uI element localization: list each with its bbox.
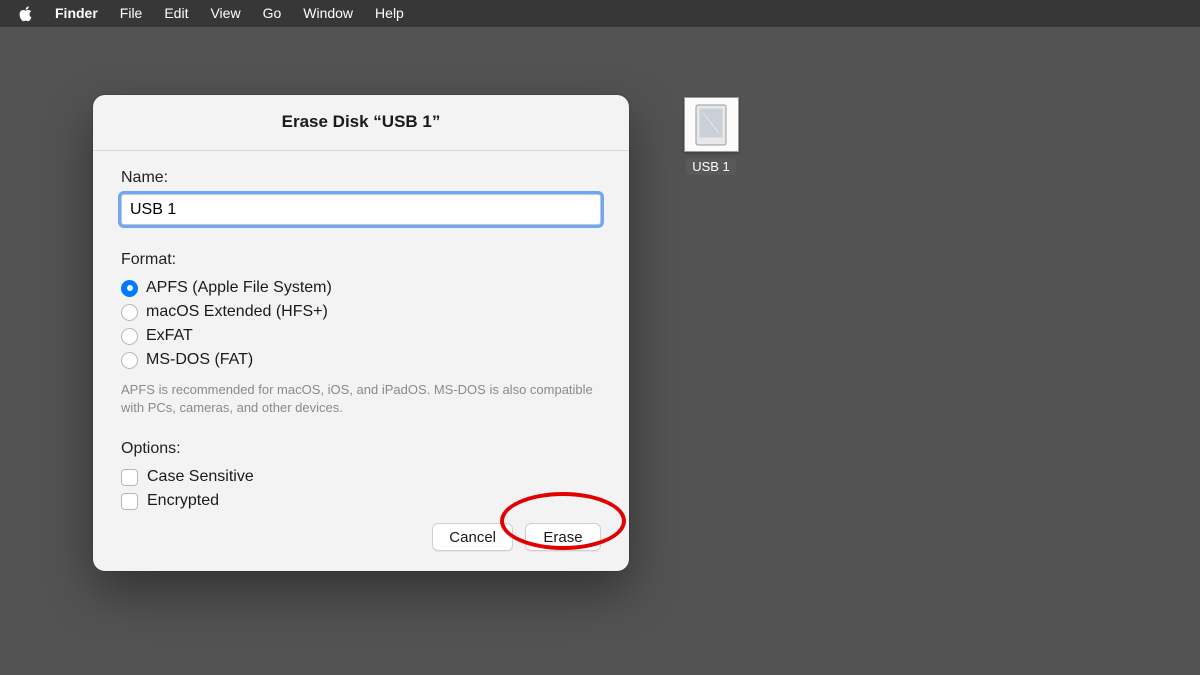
format-label: Format: bbox=[121, 251, 601, 269]
cancel-button[interactable]: Cancel bbox=[432, 523, 513, 551]
apple-menu-icon[interactable] bbox=[14, 6, 44, 22]
menu-file[interactable]: File bbox=[109, 0, 154, 27]
format-hint: APFS is recommended for macOS, iOS, and … bbox=[121, 381, 601, 416]
checkbox-icon bbox=[121, 469, 138, 486]
dialog-title: Erase Disk “USB 1” bbox=[93, 95, 629, 151]
option-label: Encrypted bbox=[147, 492, 219, 510]
format-option-label: ExFAT bbox=[146, 327, 193, 345]
format-option-label: APFS (Apple File System) bbox=[146, 279, 332, 297]
external-drive-icon bbox=[684, 97, 739, 152]
format-option-label: macOS Extended (HFS+) bbox=[146, 303, 328, 321]
name-label: Name: bbox=[121, 169, 601, 187]
menu-app[interactable]: Finder bbox=[44, 0, 109, 27]
option-label: Case Sensitive bbox=[147, 468, 254, 486]
name-input[interactable] bbox=[121, 194, 601, 225]
menu-window[interactable]: Window bbox=[292, 0, 364, 27]
erase-button[interactable]: Erase bbox=[525, 523, 601, 551]
radio-icon bbox=[121, 280, 138, 297]
menu-view[interactable]: View bbox=[199, 0, 251, 27]
format-option-apfs[interactable]: APFS (Apple File System) bbox=[121, 276, 601, 300]
radio-icon bbox=[121, 304, 138, 321]
option-encrypted[interactable]: Encrypted bbox=[121, 489, 601, 513]
format-option-exfat[interactable]: ExFAT bbox=[121, 324, 601, 348]
format-option-label: MS-DOS (FAT) bbox=[146, 351, 253, 369]
menu-edit[interactable]: Edit bbox=[153, 0, 199, 27]
desktop-drive-label: USB 1 bbox=[686, 158, 736, 175]
format-option-hfs[interactable]: macOS Extended (HFS+) bbox=[121, 300, 601, 324]
menubar: Finder File Edit View Go Window Help bbox=[0, 0, 1200, 27]
options-label: Options: bbox=[121, 440, 601, 458]
checkbox-icon bbox=[121, 493, 138, 510]
radio-icon bbox=[121, 352, 138, 369]
format-option-msdos[interactable]: MS-DOS (FAT) bbox=[121, 348, 601, 372]
erase-disk-dialog: Erase Disk “USB 1” Name: Format: APFS (A… bbox=[93, 95, 629, 571]
option-case-sensitive[interactable]: Case Sensitive bbox=[121, 465, 601, 489]
radio-icon bbox=[121, 328, 138, 345]
desktop-drive-usb1[interactable]: USB 1 bbox=[677, 97, 745, 175]
menu-go[interactable]: Go bbox=[252, 0, 293, 27]
menu-help[interactable]: Help bbox=[364, 0, 415, 27]
